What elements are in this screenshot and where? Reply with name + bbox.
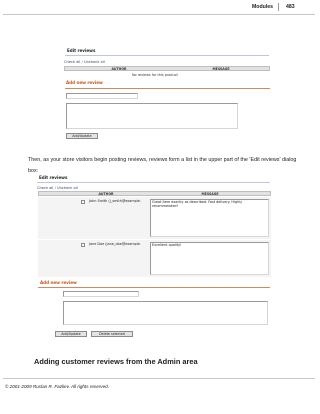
- delete-selected-button[interactable]: Delete selected: [91, 331, 133, 337]
- message-column-header: MESSAGE: [201, 192, 219, 196]
- author-input[interactable]: [63, 291, 139, 297]
- add-review-title: Add new review: [40, 280, 77, 285]
- message-textarea[interactable]: [63, 301, 268, 325]
- add-update-button[interactable]: Add/Update: [55, 331, 87, 337]
- footer-rule: [3, 378, 315, 379]
- review-author: Jane Doe (jane_doe@example.: [89, 242, 141, 246]
- section-heading: Adding customer reviews from the Admin a…: [34, 357, 198, 366]
- dialog-title-rule: [37, 182, 270, 183]
- review-checkbox[interactable]: [81, 200, 85, 204]
- check-links-separator: /: [54, 186, 56, 190]
- author-column-header: AUTHOR: [98, 192, 114, 196]
- review-message-field[interactable]: Excellent quality!: [150, 242, 269, 275]
- footer-copyright: © 2001-2009 Ruslan R. Fazliev. All right…: [5, 384, 109, 389]
- uncheck-all-link[interactable]: Uncheck all: [57, 186, 78, 190]
- check-links: Check all / Uncheck all: [37, 186, 78, 190]
- review-message-field[interactable]: Great item exactly as described. Fast de…: [150, 199, 269, 237]
- dialog-title: Edit reviews: [39, 175, 68, 180]
- edit-reviews-dialog-list: Edit reviews Check all / Uncheck all AUT…: [0, 0, 320, 340]
- check-all-link[interactable]: Check all: [37, 186, 53, 190]
- review-message: Excellent quality!: [152, 243, 182, 247]
- review-author: John Smith (j_smith@example.: [89, 199, 141, 203]
- reviews-table-header: AUTHOR MESSAGE: [38, 191, 271, 196]
- review-checkbox[interactable]: [81, 243, 85, 247]
- review-message: Great item exactly as described. Fast de…: [152, 200, 243, 209]
- add-review-rule: [38, 287, 270, 288]
